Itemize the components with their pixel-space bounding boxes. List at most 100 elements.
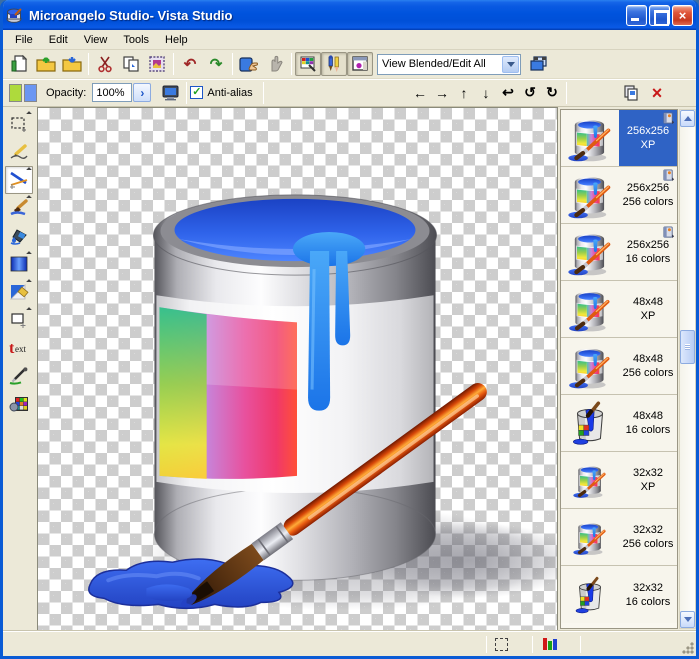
export-badge-icon (662, 169, 675, 182)
opacity-input[interactable] (92, 83, 132, 102)
svg-text:ext: ext (15, 344, 26, 354)
format-item-32-xp[interactable]: 32x32 XP (561, 452, 677, 509)
shift-left-button[interactable]: ← (409, 82, 431, 104)
menu-tools[interactable]: Tools (115, 32, 157, 48)
open-button[interactable] (33, 52, 59, 76)
minimize-button[interactable] (626, 5, 647, 26)
toggle-tools-window-button[interactable] (321, 52, 347, 76)
antialias-label: Anti-alias (207, 87, 252, 99)
format-item-256-256c[interactable]: 256x256 256 colors (561, 167, 677, 224)
menu-file[interactable]: File (7, 32, 41, 48)
paint-bucket-artwork (38, 108, 557, 630)
view-mode-dropdown[interactable]: View Blended/Edit All (377, 54, 521, 75)
screen-preview-button[interactable] (157, 81, 183, 105)
scroll-up-button[interactable] (680, 110, 695, 127)
scrollbar-thumb[interactable] (680, 330, 695, 364)
monitor-icon (162, 85, 179, 101)
redo-button[interactable]: ↷ (203, 52, 229, 76)
tool-line[interactable] (5, 166, 33, 194)
shift-down-button[interactable]: ↓ (475, 82, 497, 104)
tool-eyedropper[interactable] (5, 362, 33, 390)
undo-icon: ↶ (184, 57, 197, 72)
fill-bucket-icon (9, 227, 29, 246)
menubar: File Edit View Tools Help (3, 30, 696, 50)
pointer-test-button[interactable] (262, 52, 288, 76)
canvas-area[interactable] (37, 107, 558, 631)
copy-button[interactable] (118, 52, 144, 76)
format-item-256-16c[interactable]: 256x256 16 colors (561, 224, 677, 281)
opacity-label: Opacity: (46, 87, 86, 99)
chevron-down-icon[interactable] (502, 56, 519, 73)
format-item-256-xp[interactable]: 256x256 XP (561, 110, 677, 167)
cut-button[interactable] (92, 52, 118, 76)
maximize-button[interactable] (649, 5, 670, 26)
arrow-left-icon: ← (413, 85, 427, 101)
color-bars-icon (543, 637, 558, 651)
folder-down-icon (62, 55, 82, 73)
new-document-button[interactable] (7, 52, 33, 76)
hand-tablet-icon (239, 55, 259, 73)
tool-fill-bucket[interactable] (5, 222, 33, 250)
tool-paintbrush[interactable] (5, 194, 33, 222)
titlebar[interactable]: Microangelo Studio- Vista Studio × (0, 0, 699, 30)
paint-bucket-16color-thumbnail (561, 395, 619, 451)
delete-image-button[interactable]: × (644, 81, 670, 105)
tool-freehand-pen[interactable] (5, 138, 33, 166)
toggle-colors-window-button[interactable] (295, 52, 321, 76)
duplicate-image-button[interactable] (618, 81, 644, 105)
formats-scrollbar[interactable] (679, 109, 696, 629)
paste-button[interactable] (144, 52, 170, 76)
undo-button[interactable]: ↶ (177, 52, 203, 76)
format-item-48-256c[interactable]: 48x48 256 colors (561, 338, 677, 395)
tool-gradient[interactable] (5, 250, 33, 278)
toggle-formats-window-button[interactable] (347, 52, 373, 76)
frames-button[interactable] (525, 52, 551, 76)
secondary-color-swatch[interactable] (24, 84, 37, 102)
view-mode-value: View Blended/Edit All (378, 58, 501, 70)
flip-horizontal-button[interactable]: ↩ (497, 82, 519, 104)
format-item-label: 48x48 256 colors (619, 338, 677, 394)
selection-status-pane (487, 632, 532, 656)
shift-up-button[interactable]: ↑ (453, 82, 475, 104)
eyedropper-icon (9, 367, 29, 385)
arrow-down-icon: ↓ (483, 85, 490, 101)
marquee-icon (10, 115, 28, 133)
scrollbar-track[interactable] (680, 127, 695, 611)
menu-view[interactable]: View (76, 32, 116, 48)
scroll-down-button[interactable] (680, 611, 695, 628)
resize-grip[interactable] (681, 641, 695, 655)
paint-bucket-thumbnail (561, 224, 619, 280)
tool-text[interactable]: t ext (5, 334, 33, 362)
tool-shape-rectangle[interactable] (5, 306, 33, 334)
antialias-checkbox[interactable]: ✓ (190, 86, 203, 99)
menu-edit[interactable]: Edit (41, 32, 76, 48)
selection-marquee-icon (495, 638, 508, 651)
close-button[interactable]: × (672, 5, 693, 26)
format-item-48-xp[interactable]: 48x48 XP (561, 281, 677, 338)
format-item-32-16c[interactable]: 32x32 16 colors (561, 566, 677, 623)
app-window: Microangelo Studio- Vista Studio × File … (0, 0, 699, 659)
shift-right-button[interactable]: → (431, 82, 453, 104)
paste-stamp-icon (148, 55, 166, 73)
statusbar (3, 631, 696, 656)
tool-select-marquee[interactable] (5, 110, 33, 138)
format-item-48-16c[interactable]: 48x48 16 colors (561, 395, 677, 452)
formats-window-icon (351, 55, 369, 73)
save-as-button[interactable] (59, 52, 85, 76)
menu-help[interactable]: Help (157, 32, 196, 48)
format-item-32-256c[interactable]: 32x32 256 colors (561, 509, 677, 566)
primary-color-swatch[interactable] (9, 84, 22, 102)
rotate-ccw-button[interactable]: ↺ (519, 82, 541, 104)
format-item-label: 32x32 16 colors (619, 566, 677, 623)
format-size: 256x256 (627, 181, 669, 195)
opacity-apply-button[interactable]: › (133, 83, 151, 102)
test-icon-button[interactable] (236, 52, 262, 76)
format-size: 32x32 (633, 466, 663, 480)
rotate-cw-button[interactable]: ↻ (541, 82, 563, 104)
paint-bucket-thumbnail (561, 167, 619, 223)
window-title: Microangelo Studio- Vista Studio (29, 8, 624, 23)
new-document-icon (11, 55, 29, 73)
tool-palette-editor[interactable] (5, 390, 33, 418)
tool-eraser[interactable] (5, 278, 33, 306)
gray-hand-icon (266, 55, 284, 73)
